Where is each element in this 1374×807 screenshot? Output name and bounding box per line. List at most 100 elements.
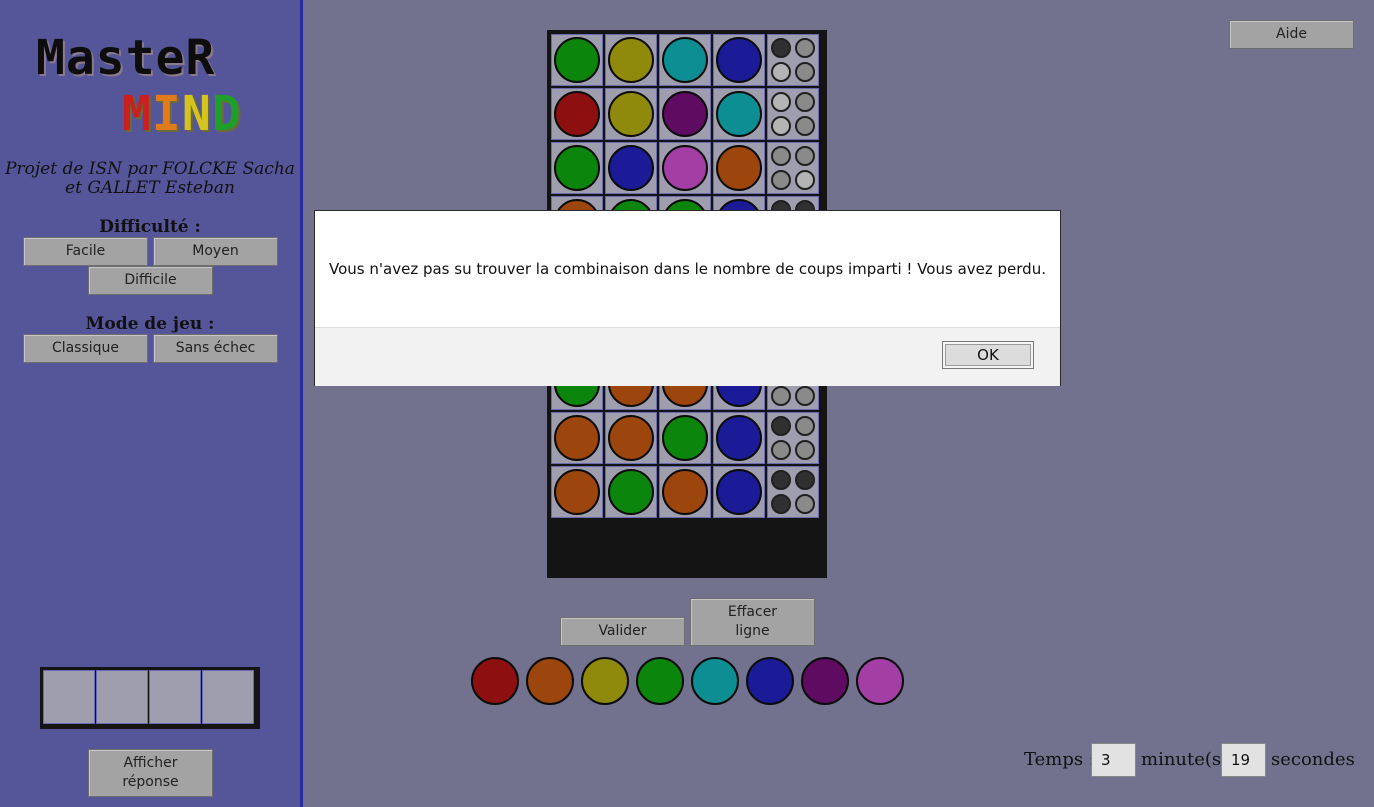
answer-slot xyxy=(96,670,148,724)
board-cell[interactable] xyxy=(713,466,765,518)
palette-blue[interactable] xyxy=(746,657,794,705)
peg-blue xyxy=(716,37,762,83)
board-cell[interactable] xyxy=(605,88,657,140)
board-cell[interactable] xyxy=(605,412,657,464)
erase-line-button[interactable]: Effacer ligne xyxy=(690,598,815,646)
logo-letter: M xyxy=(122,86,152,142)
peg-blue xyxy=(716,415,762,461)
credit-text: Projet de ISN par FOLCKE Sacha et GALLET… xyxy=(5,159,295,198)
board-cell[interactable] xyxy=(551,142,603,194)
hint-peg-grey xyxy=(795,146,815,166)
logo-master: MasteR xyxy=(36,30,216,86)
easy-button[interactable]: Facile xyxy=(23,237,148,266)
sidebar: MasteR MIND Projet de ISN par FOLCKE Sac… xyxy=(0,0,303,807)
logo-letter: I xyxy=(151,86,182,142)
hint-peg-black xyxy=(771,470,791,490)
peg-green xyxy=(554,145,600,191)
board-cell[interactable] xyxy=(713,142,765,194)
hint-peg-white xyxy=(771,62,791,82)
hint-peg-black xyxy=(771,416,791,436)
hint-peg-grey xyxy=(795,416,815,436)
peg-orange xyxy=(554,415,600,461)
ok-button[interactable]: OK xyxy=(942,341,1034,369)
show-answer-button[interactable]: Afficher réponse xyxy=(88,749,213,797)
peg-green xyxy=(608,469,654,515)
hint-peg-grey xyxy=(771,440,791,460)
peg-cyan xyxy=(716,91,762,137)
board-cell[interactable] xyxy=(713,88,765,140)
hint-peg-grey xyxy=(771,386,791,406)
no-fail-mode-button[interactable]: Sans échec xyxy=(153,334,278,363)
peg-red xyxy=(554,91,600,137)
hint-peg-white xyxy=(795,170,815,190)
board-cell[interactable] xyxy=(605,34,657,86)
seconds-label: secondes xyxy=(1271,749,1355,770)
hint-peg-white xyxy=(771,116,791,136)
hint-cell xyxy=(767,466,819,518)
board-cell[interactable] xyxy=(659,142,711,194)
board-cell[interactable] xyxy=(713,34,765,86)
hint-peg-black xyxy=(771,38,791,58)
peg-yellow xyxy=(608,37,654,83)
help-button[interactable]: Aide xyxy=(1229,20,1354,49)
hint-cell xyxy=(767,412,819,464)
palette-orange[interactable] xyxy=(526,657,574,705)
board-cell[interactable] xyxy=(659,412,711,464)
hard-button[interactable]: Difficile xyxy=(88,266,213,295)
peg-cyan xyxy=(662,37,708,83)
game-mode-title: Mode de jeu : xyxy=(85,314,215,334)
palette-red[interactable] xyxy=(471,657,519,705)
palette-cyan[interactable] xyxy=(691,657,739,705)
board-cell[interactable] xyxy=(551,34,603,86)
board-cell[interactable] xyxy=(605,466,657,518)
palette-purple[interactable] xyxy=(801,657,849,705)
answer-box xyxy=(40,667,260,729)
board-cell[interactable] xyxy=(659,466,711,518)
hint-peg-grey xyxy=(771,170,791,190)
hint-peg-grey xyxy=(795,440,815,460)
hint-peg-grey xyxy=(795,116,815,136)
peg-green xyxy=(662,415,708,461)
board-cell[interactable] xyxy=(551,466,603,518)
hint-cell xyxy=(767,142,819,194)
peg-orange xyxy=(662,469,708,515)
hint-peg-grey xyxy=(795,62,815,82)
logo-letter: D xyxy=(211,86,242,142)
answer-slot xyxy=(202,670,254,724)
hint-cell xyxy=(767,88,819,140)
hint-peg-grey xyxy=(795,38,815,58)
board-cell[interactable] xyxy=(713,412,765,464)
classic-mode-button[interactable]: Classique xyxy=(23,334,148,363)
peg-yellow xyxy=(608,91,654,137)
hint-peg-grey xyxy=(771,146,791,166)
palette-green[interactable] xyxy=(636,657,684,705)
timer-label: Temps : xyxy=(1024,749,1095,770)
board-cell[interactable] xyxy=(659,34,711,86)
hint-peg-grey xyxy=(795,494,815,514)
seconds-field[interactable]: 19 xyxy=(1221,743,1266,777)
validate-button[interactable]: Valider xyxy=(560,617,685,646)
hint-peg-grey xyxy=(795,386,815,406)
palette-magenta[interactable] xyxy=(856,657,904,705)
alert-dialog: Vous n'avez pas su trouver la combinaiso… xyxy=(314,210,1061,386)
peg-blue xyxy=(716,469,762,515)
board-cell[interactable] xyxy=(551,88,603,140)
palette-yellow[interactable] xyxy=(581,657,629,705)
peg-orange xyxy=(716,145,762,191)
peg-orange xyxy=(554,469,600,515)
hint-peg-white xyxy=(771,92,791,112)
board-cell[interactable] xyxy=(659,88,711,140)
medium-button[interactable]: Moyen xyxy=(153,237,278,266)
peg-green xyxy=(554,37,600,83)
peg-orange xyxy=(608,415,654,461)
logo-letter: N xyxy=(181,86,212,142)
hint-peg-grey xyxy=(795,92,815,112)
minutes-field[interactable]: 3 xyxy=(1091,743,1136,777)
logo-mind: MIND xyxy=(122,86,242,142)
board-cell[interactable] xyxy=(605,142,657,194)
hint-cell xyxy=(767,34,819,86)
board-cell[interactable] xyxy=(551,412,603,464)
difficulty-title: Difficulté : xyxy=(99,217,201,237)
peg-purple xyxy=(662,91,708,137)
answer-slot xyxy=(43,670,95,724)
